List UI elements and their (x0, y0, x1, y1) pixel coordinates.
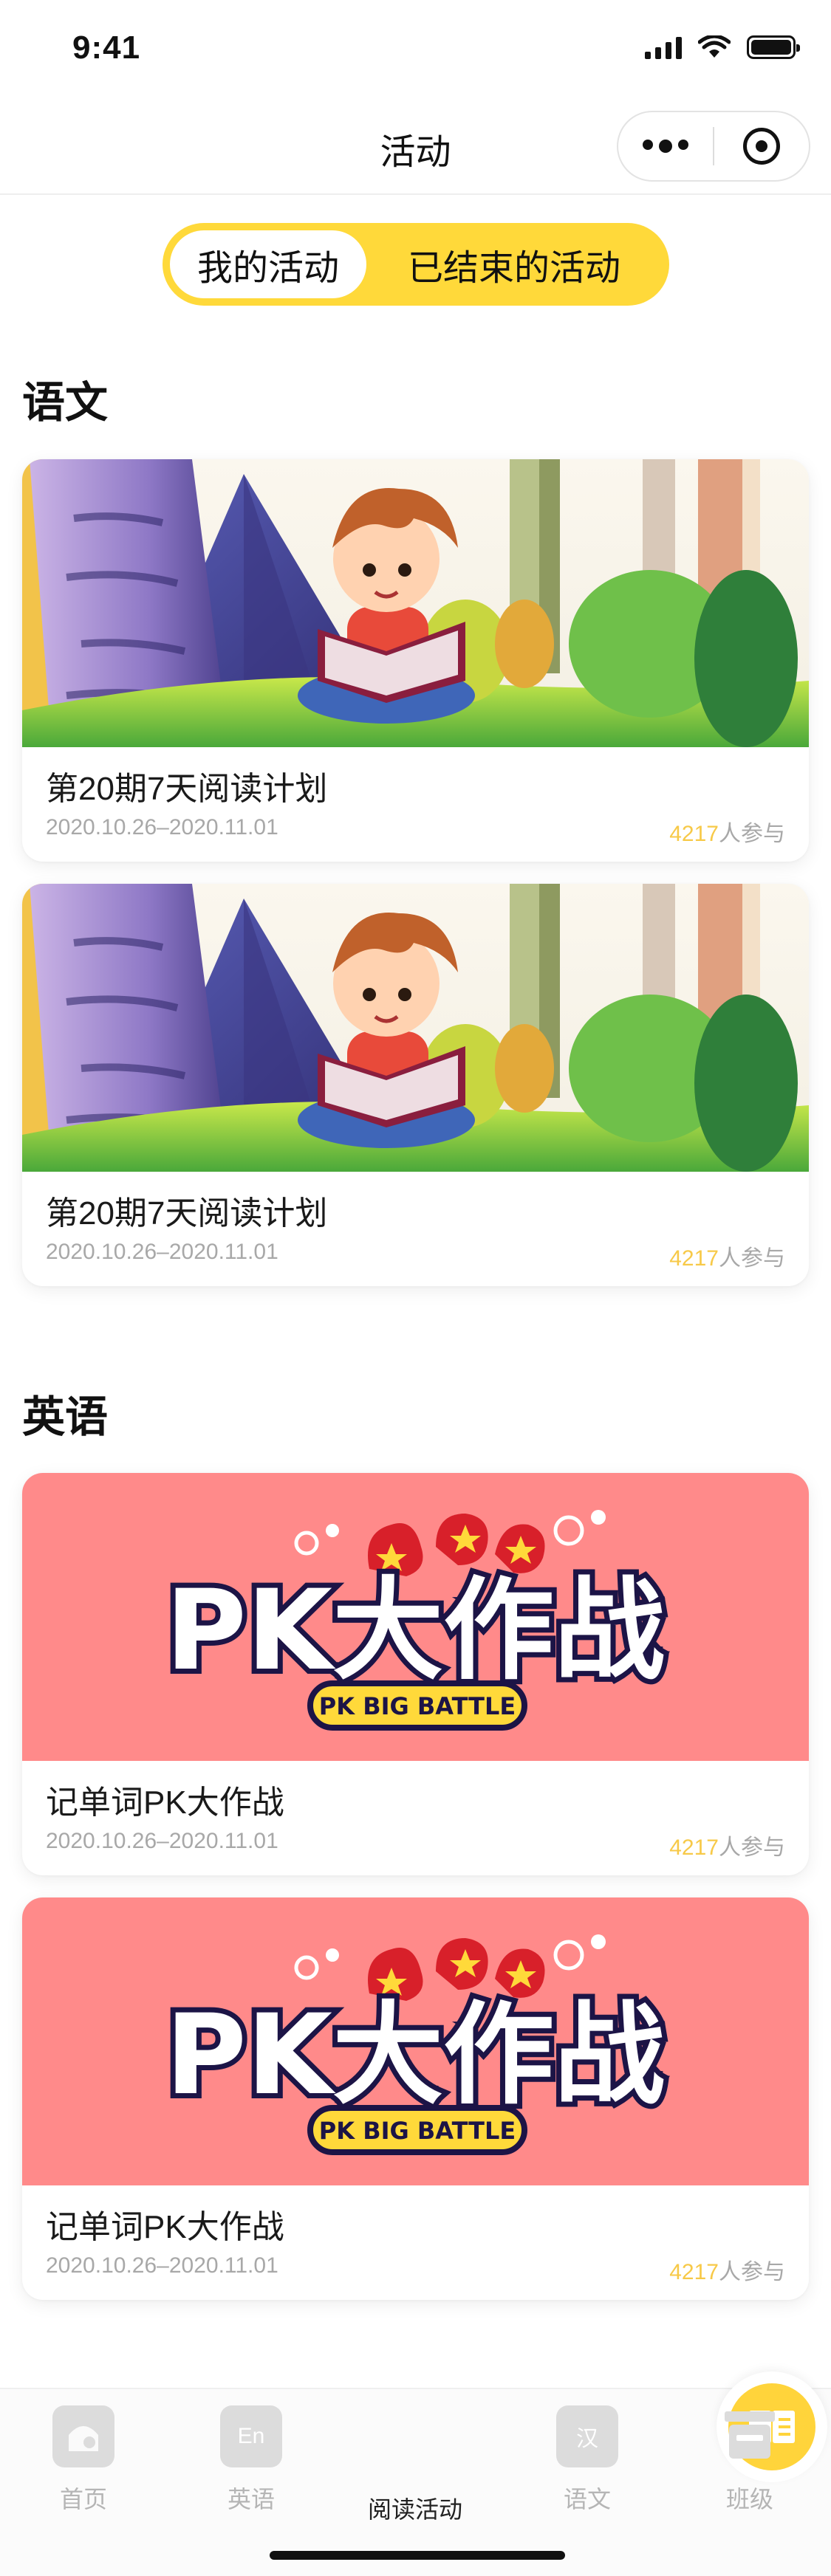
english-icon: En (220, 2405, 282, 2467)
participant-count: 4217人参与 (669, 1829, 785, 1861)
participant-number: 4217 (669, 1835, 719, 1860)
section-title-english: 英语 (22, 1393, 109, 1441)
tabbar-label: 英语 (227, 2486, 275, 2513)
card-date: 2020.10.26–2020.11.01 (46, 2253, 278, 2278)
wifi-icon (698, 35, 731, 58)
class-icon (719, 2405, 781, 2467)
participant-suffix: 人参与 (719, 2260, 785, 2284)
card-date: 2020.10.26–2020.11.01 (46, 1240, 278, 1264)
participant-number: 4217 (669, 2260, 719, 2284)
bottom-tab-bar: 首页 En 英语 阅读活动 汉 语文 班级 (0, 2371, 831, 2576)
reading-boy-banner (22, 884, 809, 1172)
card-title: 记单词PK大作战 (46, 1785, 284, 1821)
signal-icon (645, 35, 682, 59)
tabbar-item-home[interactable]: 首页 (24, 2405, 143, 2515)
card-title: 记单词PK大作战 (46, 2209, 284, 2245)
tabbar-item-english[interactable]: En 英语 (192, 2405, 310, 2515)
card-date: 2020.10.26–2020.11.01 (46, 1829, 278, 1853)
tabbar-item-reading[interactable]: 阅读活动 (356, 2371, 827, 2525)
activity-card[interactable]: 记单词PK大作战 2020.10.26–2020.11.01 4217人参与 (22, 1897, 809, 2300)
participant-count: 4217人参与 (669, 815, 785, 848)
participant-suffix: 人参与 (719, 1246, 785, 1271)
pk-big-battle-banner (22, 1897, 809, 2185)
close-miniprogram-button[interactable] (714, 112, 809, 180)
home-indicator (270, 2551, 565, 2560)
activity-card[interactable]: 第20期7天阅读计划 2020.10.26–2020.11.01 4217人参与 (22, 459, 809, 862)
participant-count: 4217人参与 (669, 2253, 785, 2286)
miniprogram-capsule (617, 111, 810, 182)
participant-suffix: 人参与 (719, 822, 785, 846)
activity-card[interactable]: 第20期7天阅读计划 2020.10.26–2020.11.01 4217人参与 (22, 884, 809, 1286)
pk-big-battle-banner (22, 1473, 809, 1761)
more-button[interactable] (618, 112, 713, 180)
tabbar-item-class[interactable]: 班级 (691, 2405, 809, 2515)
battery-icon (747, 35, 800, 59)
tabbar-item-chinese[interactable]: 汉 语文 (528, 2405, 646, 2515)
target-icon (742, 128, 780, 165)
tabbar-label: 阅读活动 (367, 2496, 462, 2523)
navigation-bar: 活动 (0, 97, 831, 195)
tabbar-label: 语文 (563, 2486, 611, 2513)
card-title: 第20期7天阅读计划 (46, 771, 328, 807)
participant-count: 4217人参与 (669, 1240, 785, 1272)
chinese-icon: 汉 (556, 2405, 618, 2467)
more-icon (643, 140, 688, 153)
reading-boy-banner (22, 459, 809, 747)
card-title: 第20期7天阅读计划 (46, 1195, 328, 1232)
tabbar-label: 班级 (725, 2486, 773, 2513)
status-time: 9:41 (72, 30, 141, 66)
participant-number: 4217 (669, 1246, 719, 1271)
status-bar: 9:41 (0, 0, 831, 97)
card-date: 2020.10.26–2020.11.01 (46, 815, 278, 839)
activity-card[interactable]: 记单词PK大作战 2020.10.26–2020.11.01 4217人参与 (22, 1473, 809, 1875)
tabbar-label: 首页 (59, 2486, 107, 2513)
status-icons (645, 35, 800, 59)
activity-tabs: 我的活动 已结束的活动 (163, 223, 669, 306)
home-icon (52, 2405, 114, 2467)
participant-number: 4217 (669, 822, 719, 846)
tab-my-activities[interactable]: 我的活动 (170, 230, 366, 298)
tab-ended-activities[interactable]: 已结束的活动 (366, 230, 662, 298)
section-title-chinese: 语文 (22, 379, 109, 427)
participant-suffix: 人参与 (719, 1835, 785, 1860)
